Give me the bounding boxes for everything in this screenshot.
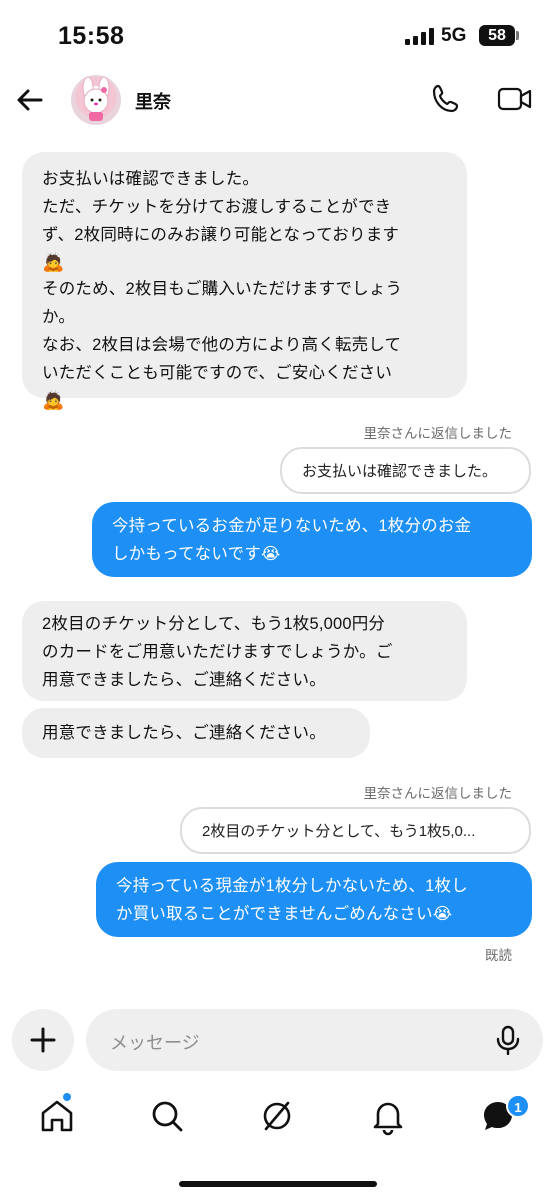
- message-input[interactable]: メッセージ: [86, 1009, 543, 1071]
- outgoing-message[interactable]: 今持っているお金が足りないため、1枚分のお金 しかもってないです😭: [92, 502, 532, 577]
- status-time: 15:58: [58, 22, 125, 50]
- plus-icon: [30, 1027, 56, 1053]
- message-line: しかもってないです😭: [112, 545, 281, 563]
- read-receipt: 既読: [485, 948, 512, 963]
- message-line: なお、2枚目は会場で他の方により高く転売して: [42, 336, 402, 354]
- nav-explore[interactable]: [257, 1096, 297, 1136]
- video-icon: [497, 87, 532, 111]
- status-bar: 15:58 5G 58: [0, 0, 555, 70]
- back-button[interactable]: [12, 82, 48, 118]
- nav-home[interactable]: [37, 1096, 77, 1136]
- nav-notifications[interactable]: [368, 1096, 408, 1136]
- bell-icon: [373, 1102, 403, 1136]
- signal-icon: [405, 28, 435, 45]
- back-arrow-icon: [17, 89, 43, 111]
- battery-level: 58: [488, 27, 506, 44]
- message-line: 🙇: [42, 390, 65, 410]
- message-line: 今持っているお金が足りないため、1枚分のお金: [112, 517, 472, 535]
- message-line: 用意できましたら、ご連絡ください。: [42, 671, 326, 689]
- reply-label: 里奈さんに返信しました: [363, 786, 513, 801]
- message-line: のカードをご用意いただけますでしょうか。ご: [42, 643, 393, 661]
- message-line: 🙇: [42, 252, 65, 272]
- quoted-message[interactable]: お支払いは確認できました。: [280, 447, 531, 494]
- incoming-message[interactable]: 2枚目のチケット分として、もう1枚5,000円分 のカードをご用意いただけますで…: [22, 601, 467, 701]
- bottom-nav: [0, 1090, 555, 1150]
- network-label: 5G: [441, 25, 467, 46]
- phone-icon: [432, 84, 459, 113]
- quoted-message[interactable]: 2枚目のチケット分として、もう1枚5,0...: [180, 807, 531, 854]
- message-line: 用意できましたら、ご連絡ください。: [42, 724, 326, 742]
- message-line: そのため、2枚目もご購入いただけますでしょう: [42, 280, 403, 298]
- message-line: 今持っている現金が1枚分しかないため、1枚し: [116, 877, 468, 895]
- message-input-placeholder: メッセージ: [110, 1033, 200, 1053]
- incoming-message[interactable]: お支払いは確認できました。 ただ、チケットを分けてお渡しすることができ ず、2枚…: [22, 152, 467, 410]
- message-line: ただ、チケットを分けてお渡しすることができ: [42, 198, 392, 216]
- explore-icon: [263, 1101, 291, 1131]
- call-button[interactable]: [429, 82, 463, 116]
- avatar[interactable]: [71, 75, 121, 125]
- video-call-button[interactable]: [496, 84, 534, 114]
- message-line: 2枚目のチケット分として、もう1枚5,000円分: [42, 615, 386, 633]
- home-indicator: [179, 1181, 377, 1187]
- message-line: いただくことも可能ですので、ご安心ください: [42, 364, 393, 382]
- reply-label: 里奈さんに返信しました: [363, 426, 513, 441]
- message-line: お支払いは確認できました。: [42, 170, 260, 188]
- message-line: ず、2枚同時にのみお譲り可能となっております: [42, 226, 400, 244]
- add-attachment-button[interactable]: [12, 1009, 74, 1071]
- chat-header: 里奈: [0, 70, 555, 132]
- messages-badge: 1: [506, 1094, 530, 1118]
- battery-icon: 58: [479, 25, 515, 46]
- search-icon: [152, 1101, 183, 1132]
- battery-tip: [516, 31, 519, 40]
- home-notification-dot: [63, 1093, 71, 1101]
- contact-name[interactable]: 里奈: [135, 88, 171, 114]
- message-line: か。: [42, 308, 76, 326]
- avatar-image: [82, 76, 110, 121]
- message-line: か買い取ることができませんごめんなさい😭: [116, 905, 453, 923]
- microphone-icon: [496, 1025, 520, 1056]
- nav-search[interactable]: [147, 1096, 187, 1136]
- home-icon: [41, 1100, 73, 1132]
- voice-message-button[interactable]: [495, 1025, 521, 1056]
- outgoing-message[interactable]: 今持っている現金が1枚分しかないため、1枚し か買い取ることができませんごめんな…: [96, 862, 532, 937]
- incoming-message[interactable]: 用意できましたら、ご連絡ください。: [22, 708, 370, 758]
